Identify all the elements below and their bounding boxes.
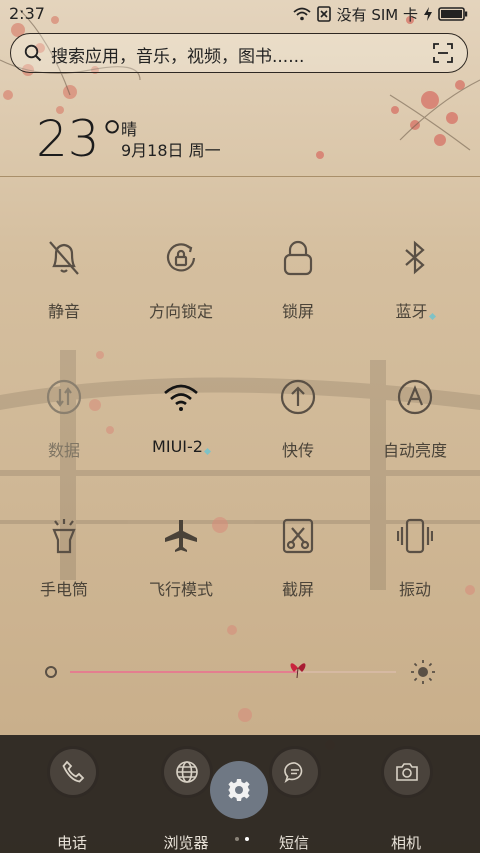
app-label: 浏览器 <box>163 834 209 852</box>
toggle-label: 快传 <box>281 441 314 460</box>
toggle-label: 静音 <box>47 302 80 321</box>
wifi-icon <box>164 384 198 411</box>
toggle-lock-screen[interactable]: 锁屏 <box>238 238 358 338</box>
toggle-share[interactable]: 快传 <box>238 377 358 477</box>
toggle-label: 自动亮度 <box>382 441 447 460</box>
wifi-signal-icon <box>292 7 311 21</box>
gear-icon <box>228 779 250 801</box>
battery-icon <box>438 7 468 21</box>
toggle-label: 锁屏 <box>281 302 314 321</box>
bluetooth-icon <box>405 240 425 275</box>
mute-icon <box>49 241 79 275</box>
toggle-auto-brightness[interactable]: 自动亮度 <box>355 377 475 477</box>
date-text: 9月18日 周一 <box>121 141 221 160</box>
page-indicator <box>232 826 252 845</box>
toggle-label: 数据 <box>47 441 80 460</box>
carrier-text: 没有 SIM 卡 <box>336 5 418 24</box>
toggle-label: 截屏 <box>281 580 314 599</box>
vibrate-icon <box>397 518 433 554</box>
brightness-high-icon <box>411 660 435 684</box>
charging-icon <box>424 7 432 21</box>
toggle-label: 手电筒 <box>39 580 88 599</box>
toggle-wifi[interactable]: MIUI-2 <box>121 377 241 477</box>
no-sim-icon <box>316 6 331 22</box>
toggle-vibrate[interactable]: 振动 <box>355 516 475 616</box>
app-label: 短信 <box>278 834 309 852</box>
auto-brightness-icon <box>397 379 433 415</box>
toggle-label: 飞行模式 <box>148 580 213 599</box>
toggle-flashlight[interactable]: 手电筒 <box>4 516 124 616</box>
brightness-low-icon <box>45 666 57 678</box>
camera-icon <box>396 763 418 781</box>
toggle-label: 振动 <box>398 580 431 599</box>
share-icon <box>280 379 316 415</box>
toggle-airplane[interactable]: 飞行模式 <box>121 516 241 616</box>
data-icon <box>46 379 82 415</box>
search-icon <box>24 44 42 66</box>
lock-icon <box>283 240 313 276</box>
search-input[interactable]: 搜索应用，音乐，视频，图书...... <box>51 42 304 67</box>
indicator-dot <box>203 447 211 456</box>
toggle-label: 蓝牙 <box>355 298 475 322</box>
indicator-dot <box>428 312 436 321</box>
toggle-label: MIUI-2 <box>121 437 241 456</box>
toggle-rotation-lock[interactable]: 方向锁定 <box>121 238 241 338</box>
brightness-slider[interactable] <box>44 660 436 684</box>
page-dot <box>235 837 239 841</box>
toggle-label: 方向锁定 <box>148 302 213 321</box>
settings-button[interactable] <box>210 761 268 819</box>
toggle-label-text: 蓝牙 <box>395 302 428 321</box>
screenshot-icon <box>282 518 314 554</box>
page-dot <box>245 837 249 841</box>
browser-icon <box>176 761 198 783</box>
brightness-fill <box>70 671 299 673</box>
flashlight-icon <box>52 519 76 554</box>
toggle-mute[interactable]: 静音 <box>4 238 124 338</box>
dock-app-camera[interactable]: 相机 <box>346 745 466 852</box>
status-time: 2:37 <box>9 4 45 23</box>
brightness-track <box>298 671 396 673</box>
brightness-thumb-icon[interactable] <box>288 656 308 680</box>
toggle-bluetooth[interactable]: 蓝牙 <box>355 238 475 338</box>
toggle-label-text: MIUI-2 <box>152 437 203 456</box>
status-bar: 2:37 没有 SIM 卡 <box>0 0 480 28</box>
search-bar[interactable]: 搜索应用，音乐，视频，图书...... <box>10 33 468 73</box>
message-icon <box>284 762 303 783</box>
airplane-icon <box>165 520 197 552</box>
divider <box>0 176 480 177</box>
app-label: 相机 <box>390 834 421 852</box>
app-label: 电话 <box>56 834 87 852</box>
temperature: 23° <box>36 110 125 168</box>
toggle-screenshot[interactable]: 截屏 <box>238 516 358 616</box>
rotation-lock-icon <box>166 243 196 272</box>
scan-icon[interactable] <box>433 43 453 67</box>
toggle-data[interactable]: 数据 <box>4 377 124 477</box>
dock-app-phone[interactable]: 电话 <box>12 745 132 852</box>
phone-icon <box>62 760 85 783</box>
